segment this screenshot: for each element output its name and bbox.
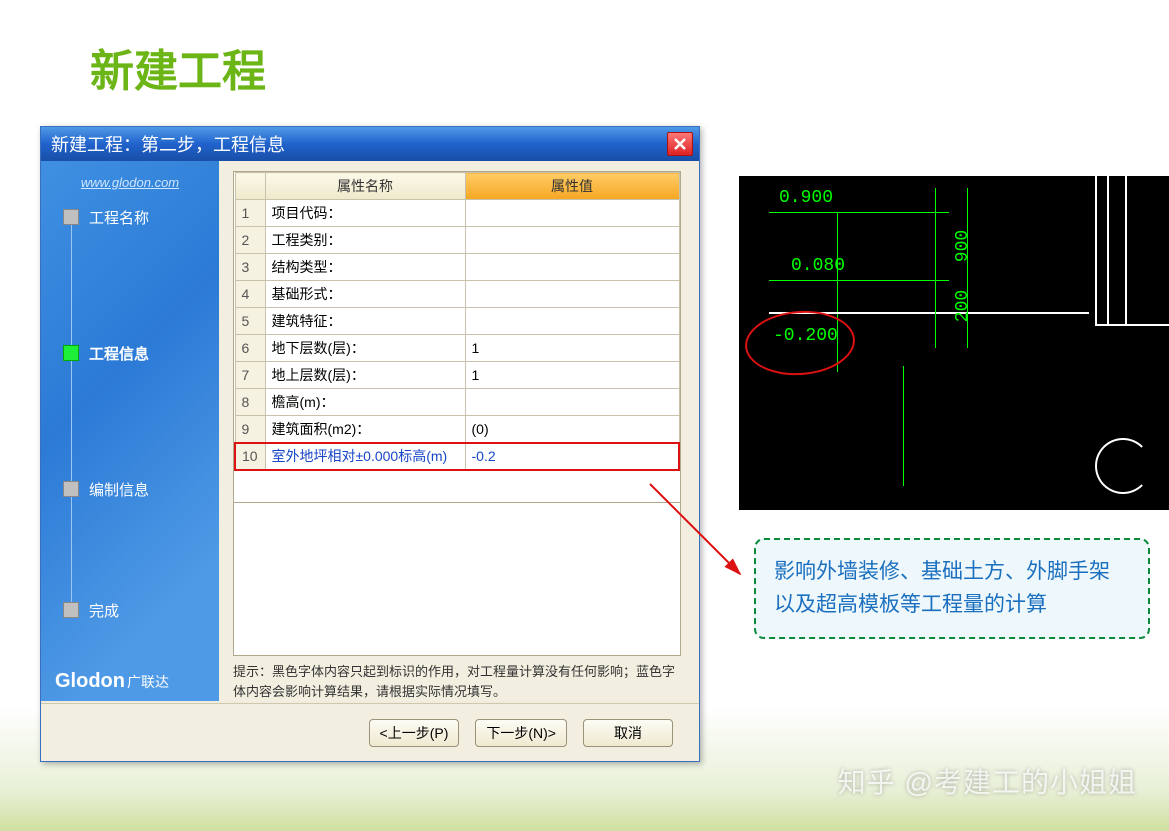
explanation-callout: 影响外墙装修、基础土方、外脚手架以及超高模板等工程量的计算: [754, 538, 1150, 639]
row-number: 2: [235, 227, 265, 254]
step-marker-icon: [63, 602, 79, 618]
property-value-cell[interactable]: (0): [465, 416, 679, 443]
brand-logo: Glodon广联达: [55, 670, 169, 693]
cad-line: [769, 280, 949, 281]
dialog-titlebar[interactable]: 新建工程：第二步，工程信息: [41, 127, 699, 161]
cad-line: [1097, 324, 1169, 326]
property-value-cell[interactable]: [465, 254, 679, 281]
property-name-cell: 地下层数(层)：: [265, 335, 465, 362]
property-row[interactable]: 7地上层数(层)：1: [235, 362, 679, 389]
step-finish[interactable]: 完成: [63, 597, 219, 623]
cancel-button[interactable]: 取消: [583, 719, 673, 747]
cad-label: 0.900: [779, 188, 833, 208]
row-number: 8: [235, 389, 265, 416]
dialog-main-panel: 属性名称 属性值 1项目代码：2工程类别：3结构类型：4基础形式：5建筑特征：6…: [219, 161, 699, 701]
red-highlight-circle: [743, 307, 857, 379]
hint-text: 提示：黑色字体内容只起到标识的作用，对工程量计算没有任何影响；蓝色字体内容会影响…: [233, 662, 681, 701]
cad-dimension: 900: [953, 230, 973, 262]
step-connector: [71, 222, 72, 609]
property-name-cell: 建筑特征：: [265, 308, 465, 335]
close-button[interactable]: [667, 132, 693, 156]
cad-line: [1107, 176, 1109, 326]
row-number: 1: [235, 200, 265, 227]
row-number: 3: [235, 254, 265, 281]
row-number: 10: [235, 443, 265, 470]
wizard-sidebar: www.glodon.com 工程名称 工程信息 编制信息 完成: [41, 161, 219, 701]
step-marker-icon: [63, 209, 79, 225]
property-row[interactable]: 2工程类别：: [235, 227, 679, 254]
step-compile-info[interactable]: 编制信息: [63, 476, 219, 502]
cad-line: [769, 212, 949, 213]
property-name-cell: 结构类型：: [265, 254, 465, 281]
property-name-cell: 地上层数(层)：: [265, 362, 465, 389]
property-value-cell[interactable]: [465, 200, 679, 227]
property-name-cell: 建筑面积(m2)：: [265, 416, 465, 443]
property-row[interactable]: 4基础形式：: [235, 281, 679, 308]
next-button[interactable]: 下一步(N)>: [475, 719, 567, 747]
property-value-cell[interactable]: [465, 227, 679, 254]
cad-line: [1125, 176, 1127, 326]
close-icon: [673, 137, 687, 151]
step-project-info[interactable]: 工程信息: [63, 340, 219, 366]
property-row[interactable]: 10室外地坪相对±0.000标高(m)-0.2: [235, 443, 679, 470]
properties-grid[interactable]: 属性名称 属性值 1项目代码：2工程类别：3结构类型：4基础形式：5建筑特征：6…: [233, 171, 681, 503]
property-value-cell[interactable]: [465, 281, 679, 308]
grid-empty-area: [233, 503, 681, 656]
property-value-cell[interactable]: -0.2: [465, 443, 679, 470]
property-row[interactable]: 5建筑特征：: [235, 308, 679, 335]
property-name-cell: 檐高(m)：: [265, 389, 465, 416]
row-number: 5: [235, 308, 265, 335]
property-name-cell: 室外地坪相对±0.000标高(m): [265, 443, 465, 470]
watermark: 知乎 @考建工的小姐姐: [838, 761, 1137, 801]
step-label: 工程信息: [89, 343, 149, 364]
row-number-head: [235, 173, 265, 200]
property-value-cell[interactable]: [465, 308, 679, 335]
row-number: 6: [235, 335, 265, 362]
cad-arc: [1095, 438, 1151, 494]
property-row[interactable]: 6地下层数(层)：1: [235, 335, 679, 362]
property-value-head: 属性值: [465, 173, 679, 200]
new-project-dialog: 新建工程：第二步，工程信息 www.glodon.com 工程名称 工程信息 编…: [40, 126, 700, 762]
cad-reference-image: 0.900 0.080 -0.200 900 200: [739, 176, 1169, 510]
step-label: 完成: [89, 600, 119, 621]
step-label: 编制信息: [89, 479, 149, 500]
property-value-cell[interactable]: [465, 389, 679, 416]
step-project-name[interactable]: 工程名称: [63, 204, 219, 230]
property-name-cell: 项目代码：: [265, 200, 465, 227]
property-row[interactable]: 3结构类型：: [235, 254, 679, 281]
cad-line: [935, 188, 936, 348]
dialog-title: 新建工程：第二步，工程信息: [51, 131, 667, 157]
cad-line: [1095, 176, 1097, 326]
row-number: 4: [235, 281, 265, 308]
cad-line: [967, 188, 968, 348]
property-name-cell: 基础形式：: [265, 281, 465, 308]
step-label: 工程名称: [89, 207, 149, 228]
brand-url[interactable]: www.glodon.com: [41, 175, 219, 196]
step-marker-icon: [63, 481, 79, 497]
property-value-cell[interactable]: 1: [465, 362, 679, 389]
step-marker-icon: [63, 345, 79, 361]
property-name-head: 属性名称: [265, 173, 465, 200]
property-row[interactable]: 9建筑面积(m2)：(0): [235, 416, 679, 443]
property-name-cell: 工程类别：: [265, 227, 465, 254]
row-number: 9: [235, 416, 265, 443]
cad-dimension: 200: [953, 290, 973, 322]
property-row[interactable]: 8檐高(m)：: [235, 389, 679, 416]
property-value-cell[interactable]: 1: [465, 335, 679, 362]
slide-title: 新建工程: [90, 35, 266, 99]
prev-button[interactable]: <上一步(P): [369, 719, 460, 747]
property-row[interactable]: 1项目代码：: [235, 200, 679, 227]
row-number: 7: [235, 362, 265, 389]
cad-line: [903, 366, 904, 486]
dialog-footer: <上一步(P) 下一步(N)> 取消: [41, 703, 699, 761]
